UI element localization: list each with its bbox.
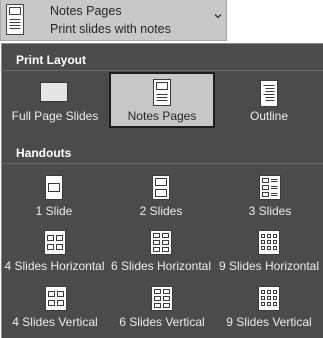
option-label: Notes Pages (127, 109, 197, 123)
handout-6-vertical-icon (151, 286, 173, 311)
notes-pages-option[interactable]: Notes Pages (109, 72, 215, 128)
print-layout-selector[interactable]: Notes Pages Print slides with notes (0, 0, 227, 41)
handout-4-horizontal-icon (44, 230, 66, 255)
handout-6-vertical-option[interactable]: 6 Slides Vertical (116, 281, 208, 329)
handout-4-vertical-option[interactable]: 4 Slides Vertical (6, 281, 104, 329)
option-label: 2 Slides (139, 204, 183, 218)
handouts-heading: Handouts (16, 146, 72, 160)
print-layout-heading: Print Layout (16, 53, 87, 67)
option-label: Full Page Slides (11, 109, 99, 123)
handout-9-vertical-option[interactable]: 9 Slides Vertical (222, 281, 316, 329)
option-label: 9 Slides Horizontal (218, 259, 320, 273)
chevron-down-icon[interactable] (214, 13, 222, 19)
handout-1-slide-icon (45, 175, 63, 200)
handout-9-horizontal-icon (258, 230, 280, 255)
handout-3-slides-icon (259, 175, 281, 200)
handout-4-vertical-icon (45, 286, 67, 311)
selector-subtitle: Print slides with notes (50, 22, 171, 36)
option-label: 4 Slides Vertical (12, 315, 98, 329)
handout-6-horizontal-option[interactable]: 6 Slides Horizontal (110, 225, 212, 273)
notes-page-icon (153, 79, 171, 106)
option-label: Outline (249, 109, 289, 123)
option-label: 1 Slide (35, 204, 73, 218)
notes-page-icon (6, 4, 24, 35)
option-label: 4 Slides Horizontal (4, 259, 105, 273)
selector-title: Notes Pages (50, 4, 122, 18)
handout-2-slides-option[interactable]: 2 Slides (121, 170, 201, 218)
divider (2, 163, 323, 164)
full-page-slides-option[interactable]: Full Page Slides (7, 74, 103, 128)
handout-4-horizontal-option[interactable]: 4 Slides Horizontal (3, 225, 106, 273)
handout-9-vertical-icon (258, 286, 280, 311)
outline-option[interactable]: Outline (232, 74, 306, 128)
full-page-slide-icon (40, 82, 68, 102)
handout-3-slides-option[interactable]: 3 Slides (231, 170, 309, 218)
divider (2, 70, 323, 71)
handout-1-slide-option[interactable]: 1 Slide (15, 170, 93, 218)
option-label: 9 Slides Vertical (226, 315, 312, 329)
handout-6-horizontal-icon (150, 230, 172, 255)
print-layout-dropdown: Print Layout Full Page Slides Notes Page… (1, 43, 323, 338)
option-label: 6 Slides Vertical (119, 315, 205, 329)
outline-icon (260, 80, 278, 107)
handout-2-slides-icon (152, 175, 170, 200)
option-label: 6 Slides Horizontal (110, 259, 212, 273)
option-label: 3 Slides (248, 204, 292, 218)
handout-9-horizontal-option[interactable]: 9 Slides Horizontal (217, 225, 321, 273)
